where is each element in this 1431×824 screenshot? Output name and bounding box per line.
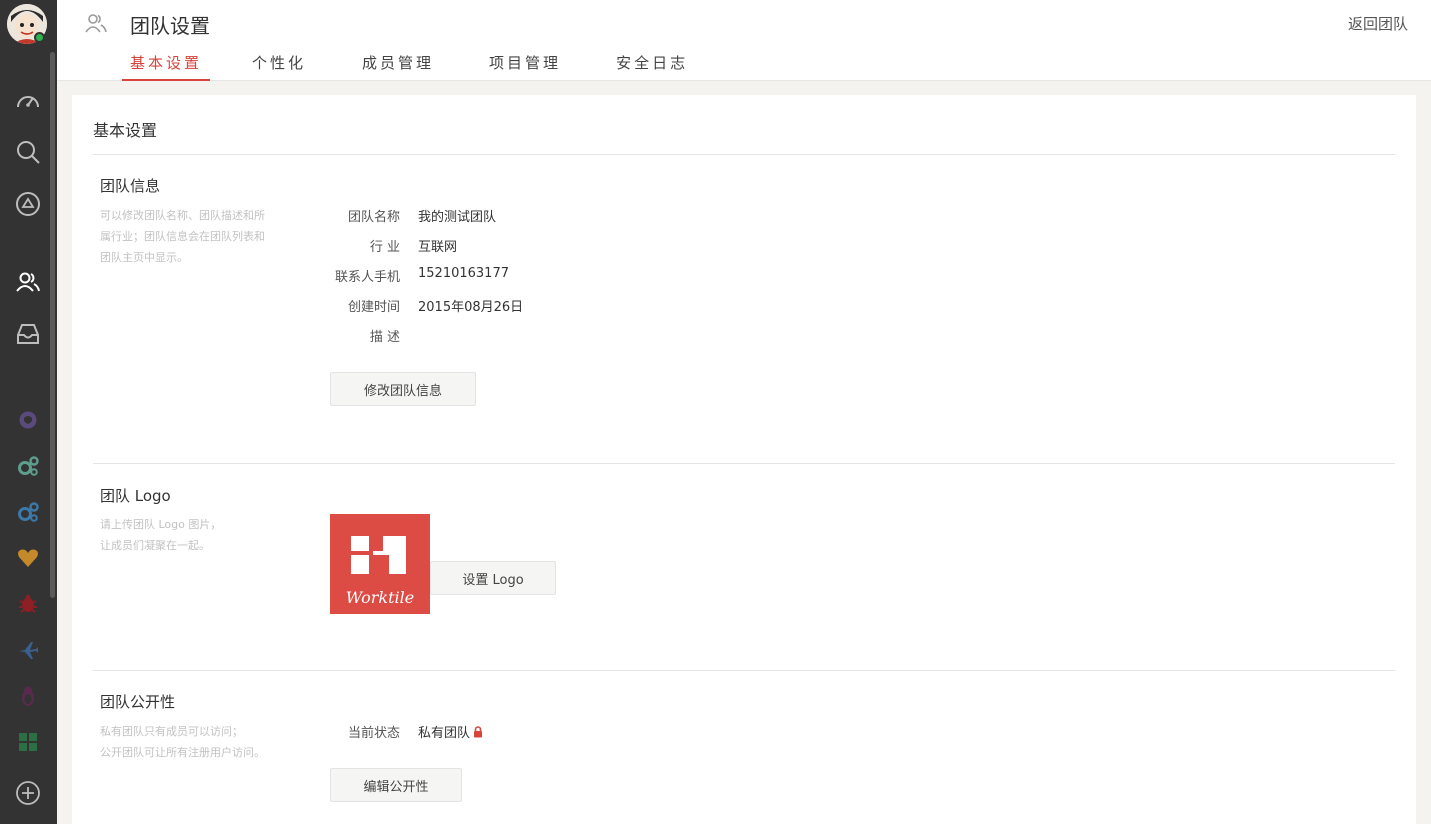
team-name-value: 我的测试团队	[418, 210, 497, 225]
contact-phone-label: 联系人手机	[334, 270, 400, 285]
contact-phone-value: 15210163177	[418, 266, 509, 281]
created-time-label: 创建时间	[347, 300, 400, 315]
tab-project-management[interactable]: 项目管理	[481, 52, 569, 81]
bug-icon[interactable]	[12, 588, 44, 620]
tab-personalization[interactable]: 个性化	[244, 52, 314, 81]
page-title: 团队设置	[130, 14, 210, 38]
team-info-description: 可以修改团队名称、团队描述和所 属行业；团队信息会在团队列表和 团队主页中显示。	[100, 205, 300, 268]
description-label: 描 述	[369, 330, 400, 345]
team-public-desc-line: 私有团队只有成员可以访问；	[100, 725, 243, 738]
logo-mark-icon	[351, 536, 406, 574]
dashboard-icon[interactable]	[12, 85, 44, 117]
settings-panel: 基本设置 团队信息 可以修改团队名称、团队描述和所 属行业；团队信息会在团队列表…	[72, 95, 1416, 824]
divider	[93, 670, 1395, 671]
online-status-dot	[34, 32, 45, 43]
team-logo-description: 请上传团队 Logo 图片， 让成员们凝聚在一起。	[100, 514, 300, 556]
inbox-icon[interactable]	[12, 318, 44, 350]
created-time-value: 2015年08月26日	[418, 300, 524, 315]
team-info-desc-line: 团队主页中显示。	[100, 251, 188, 264]
add-icon[interactable]	[12, 777, 44, 809]
plane-icon[interactable]	[12, 634, 44, 666]
team-public-title: 团队公开性	[100, 693, 176, 711]
team-icon	[84, 12, 108, 38]
current-status-value: 私有团队	[418, 722, 483, 742]
tab-security-log[interactable]: 安全日志	[608, 52, 696, 81]
search-icon[interactable]	[12, 136, 44, 168]
industry-label: 行 业	[369, 240, 400, 255]
team-info-desc-line: 可以修改团队名称、团队描述和所	[100, 209, 265, 222]
set-logo-button[interactable]: 设置 Logo	[430, 561, 556, 595]
linux-icon[interactable]	[12, 680, 44, 712]
tab-member-management[interactable]: 成员管理	[354, 52, 442, 81]
back-to-team-link[interactable]: 返回团队	[1348, 13, 1408, 34]
team-logo-title: 团队 Logo	[100, 487, 171, 505]
team-logo-desc-line: 请上传团队 Logo 图片，	[100, 518, 222, 531]
gears-icon[interactable]	[12, 496, 44, 528]
team-public-desc-line: 公开团队可让所有注册用户访问。	[100, 746, 265, 759]
status-text: 私有团队	[418, 726, 471, 741]
team-info-desc-line: 属行业；团队信息会在团队列表和	[100, 230, 265, 243]
edit-team-info-button[interactable]: 修改团队信息	[330, 372, 476, 406]
team-icon[interactable]	[12, 266, 44, 298]
github-icon[interactable]	[12, 404, 44, 436]
divider	[93, 154, 1395, 155]
current-status-label: 当前状态	[347, 726, 400, 741]
team-name-label: 团队名称	[347, 210, 400, 225]
team-public-description: 私有团队只有成员可以访问； 公开团队可让所有注册用户访问。	[100, 721, 300, 763]
page-header: 团队设置 返回团队 基本设置 个性化 成员管理 项目管理 安全日志	[57, 0, 1431, 81]
team-logo-desc-line: 让成员们凝聚在一起。	[100, 539, 210, 552]
industry-value: 互联网	[418, 240, 458, 255]
team-logo-image: Worktile	[330, 514, 430, 614]
settings-tabs: 基本设置 个性化 成员管理 项目管理 安全日志	[122, 52, 696, 81]
heart-icon[interactable]	[12, 542, 44, 574]
logo-wordmark: Worktile	[345, 588, 415, 607]
gears-icon[interactable]	[12, 450, 44, 482]
lock-icon	[473, 725, 483, 742]
panel-title: 基本设置	[93, 121, 158, 140]
drive-icon[interactable]	[12, 188, 44, 220]
tab-basic-settings[interactable]: 基本设置	[122, 52, 211, 81]
divider	[93, 463, 1395, 464]
windows-icon[interactable]	[12, 726, 44, 758]
left-sidebar	[0, 0, 57, 824]
team-info-title: 团队信息	[100, 177, 161, 195]
sidebar-scrollbar[interactable]	[50, 52, 55, 598]
edit-public-button[interactable]: 编辑公开性	[330, 768, 462, 802]
